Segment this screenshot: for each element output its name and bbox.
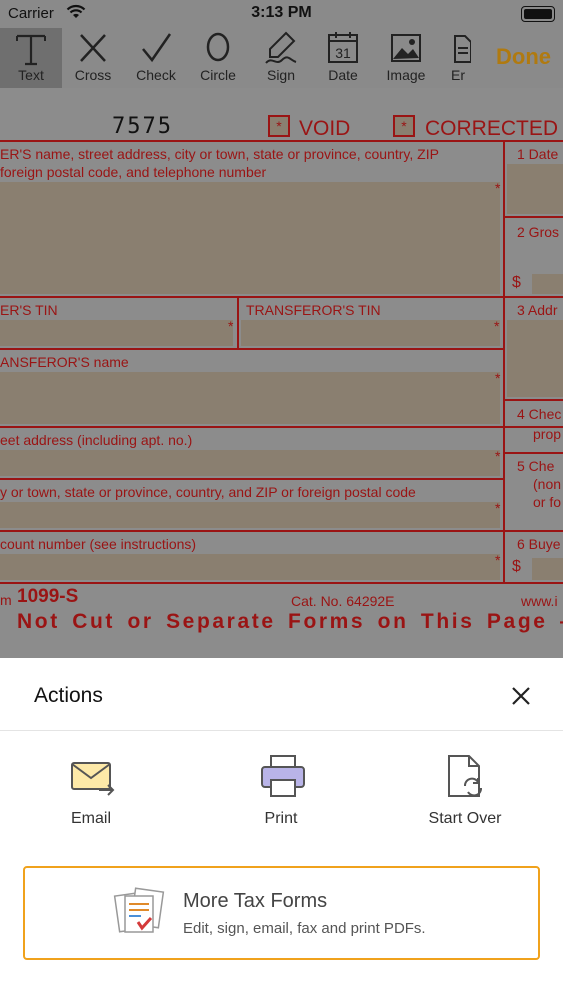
date-tool-label: Date bbox=[328, 67, 358, 83]
print-label: Print bbox=[264, 810, 298, 827]
box5-label-line2: (non bbox=[533, 476, 562, 492]
email-label: Email bbox=[70, 810, 111, 827]
printer-icon bbox=[261, 755, 305, 797]
irs-website: www.i bbox=[521, 593, 558, 609]
box1-label: 1 Date bbox=[517, 146, 559, 162]
box5-label-line3: or fo bbox=[533, 494, 562, 510]
required-star: * bbox=[495, 448, 501, 464]
promo-title: More Tax Forms bbox=[183, 890, 328, 912]
required-star: * bbox=[495, 500, 501, 516]
start-over-action[interactable]: Start Over bbox=[395, 754, 535, 834]
transferor-name-label: ANSFEROR'S name bbox=[0, 354, 129, 370]
city-field[interactable] bbox=[0, 502, 500, 528]
erase-tool-icon bbox=[454, 35, 471, 63]
account-number-label: count number (see instructions) bbox=[0, 536, 197, 552]
battery-icon bbox=[521, 6, 555, 22]
actions-sheet: Actions Email Print Start Over More Tax … bbox=[0, 658, 563, 1000]
cross-tool-icon bbox=[80, 34, 106, 62]
start-over-label: Start Over bbox=[428, 810, 502, 827]
required-star: * bbox=[495, 552, 501, 568]
box3-address-field[interactable] bbox=[507, 320, 563, 397]
transferor-name-field[interactable] bbox=[0, 372, 500, 424]
required-star: * bbox=[495, 370, 501, 386]
transferor-tin-label: TRANSFEROR'S TIN bbox=[246, 302, 381, 318]
sign-tool-button[interactable]: Sign bbox=[250, 28, 312, 88]
sheet-divider bbox=[0, 730, 563, 731]
filer-tin-field[interactable] bbox=[0, 320, 233, 346]
status-bar: Carrier 3:13 PM bbox=[0, 0, 563, 28]
transferor-tin-field[interactable] bbox=[241, 320, 500, 346]
form-prefix: m bbox=[0, 592, 12, 608]
image-tool-label: Image bbox=[386, 67, 426, 83]
more-tax-forms-banner[interactable]: More Tax Forms Edit, sign, email, fax an… bbox=[23, 866, 540, 960]
annotation-toolbar: Text Cross Check Circle Sign 31 Date Ima… bbox=[0, 28, 563, 88]
required-star: * bbox=[228, 318, 234, 334]
sheet-title: Actions bbox=[34, 684, 103, 707]
check-tool-button[interactable]: Check bbox=[125, 28, 187, 88]
filer-label-line2: foreign postal code, and telephone numbe… bbox=[0, 164, 267, 180]
circle-tool-label: Circle bbox=[200, 67, 236, 83]
date-tool-button[interactable]: 31 Date bbox=[312, 28, 374, 88]
filer-label-line1: ER'S name, street address, city or town,… bbox=[0, 146, 439, 162]
svg-text:31: 31 bbox=[335, 45, 351, 61]
void-label: VOID bbox=[299, 117, 351, 140]
circle-tool-button[interactable]: Circle bbox=[187, 28, 249, 88]
email-action[interactable]: Email bbox=[21, 754, 161, 834]
sign-tool-label: Sign bbox=[266, 67, 296, 83]
image-tool-button[interactable]: Image bbox=[375, 28, 437, 88]
filer-name-field[interactable] bbox=[0, 182, 500, 294]
check-tool-icon bbox=[142, 33, 172, 63]
email-icon bbox=[71, 762, 115, 796]
account-number-field[interactable] bbox=[0, 554, 500, 580]
box2-dollar: $ bbox=[512, 274, 521, 291]
date-tool-icon: 31 bbox=[328, 32, 358, 63]
erase-tool-label: Er bbox=[451, 67, 465, 83]
sign-tool-icon bbox=[265, 31, 297, 64]
box1-date-field[interactable] bbox=[507, 164, 563, 214]
box6-label: 6 Buye bbox=[517, 536, 561, 552]
corrected-checkbox[interactable]: * bbox=[393, 115, 415, 137]
form-number: 7575 bbox=[112, 114, 173, 139]
required-star: * bbox=[494, 318, 500, 334]
text-tool-icon bbox=[16, 34, 46, 66]
box2-label: 2 Gros bbox=[517, 224, 560, 240]
box3-label: 3 Addr bbox=[517, 302, 558, 318]
required-star: * bbox=[495, 180, 501, 196]
image-tool-icon bbox=[391, 34, 421, 62]
circle-tool-icon bbox=[206, 32, 230, 62]
street-address-field[interactable] bbox=[0, 450, 500, 476]
text-tool-label: Text bbox=[18, 67, 44, 83]
box5-label-line1: 5 Che bbox=[517, 458, 555, 474]
do-not-cut-notice: Not Cut or Separate Forms on This Page — bbox=[17, 610, 563, 633]
city-label: y or town, state or province, country, a… bbox=[0, 484, 416, 500]
check-tool-label: Check bbox=[136, 67, 176, 83]
box6-amount-field[interactable] bbox=[532, 558, 563, 580]
form-name: 1099-S bbox=[17, 586, 79, 607]
done-button[interactable]: Done bbox=[496, 44, 551, 70]
street-address-label: eet address (including apt. no.) bbox=[0, 432, 193, 448]
erase-tool-button[interactable]: Er bbox=[437, 28, 471, 88]
cross-tool-label: Cross bbox=[74, 67, 112, 83]
print-action[interactable]: Print bbox=[211, 754, 351, 834]
start-over-icon bbox=[448, 755, 482, 797]
catalog-number: Cat. No. 64292E bbox=[291, 593, 395, 609]
cross-tool-button[interactable]: Cross bbox=[62, 28, 124, 88]
close-icon[interactable] bbox=[509, 684, 533, 708]
box6-dollar: $ bbox=[512, 558, 521, 575]
box2-amount-field[interactable] bbox=[532, 274, 563, 294]
void-checkbox[interactable]: * bbox=[268, 115, 290, 137]
status-time: 3:13 PM bbox=[251, 4, 312, 21]
filer-tin-label: ER'S TIN bbox=[0, 302, 58, 318]
box4-label-line2: prop bbox=[533, 426, 562, 442]
tax-form-1099s: 7575 * VOID * CORRECTED ER'S name, stree… bbox=[0, 88, 563, 658]
box4-label-line1: 4 Chec bbox=[517, 406, 562, 422]
promo-subtitle: Edit, sign, email, fax and print PDFs. bbox=[183, 920, 426, 937]
corrected-label: CORRECTED bbox=[425, 117, 559, 140]
text-tool-button[interactable]: Text bbox=[0, 28, 62, 88]
tax-forms-icon bbox=[113, 887, 165, 933]
